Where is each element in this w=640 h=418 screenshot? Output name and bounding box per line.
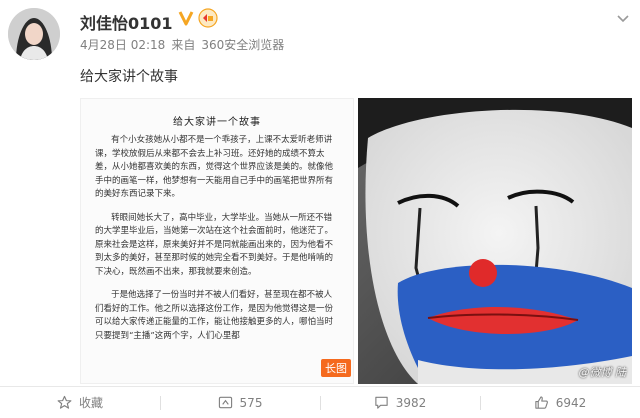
document-paragraph: 转眼间她长大了，高中毕业，大学毕业。当她从一所还不错的大学里毕业后，当她第一次站… [95,212,334,277]
action-bar: 收藏 575 3982 6942 [0,386,640,418]
comment-count: 3982 [395,395,427,410]
document-paragraph: 于是他选择了一份当时并不被人们看好，甚至现在都不被人们看好的工作。他之所以选择这… [95,290,334,341]
medal-icon[interactable] [198,8,218,28]
post-meta: 4月28日 02:18 来自 360安全浏览器 [80,36,290,53]
avatar[interactable] [8,8,60,60]
image-gallery: 给大家讲一个故事 有个小女孩她从小都不是一个乖孩子，上课不太爱听老师讲课，学校放… [80,98,632,384]
source-prefix: 来自 [171,38,196,52]
username[interactable]: 刘佳怡0101 [80,10,173,34]
post-text: 给大家讲个故事 [80,69,178,85]
chevron-down-icon[interactable] [616,14,630,24]
document-paragraph: 有个小女孩她从小都不是一个乖孩子，上课不太爱听老师讲课，学校放假后从来都不会去上… [95,135,334,199]
long-image-badge: 长图 [321,359,351,377]
repost-button[interactable]: 575 [160,387,320,418]
comment-button[interactable]: 3982 [320,387,480,418]
comment-icon [375,396,388,409]
favorite-button[interactable]: 收藏 [0,387,160,418]
verified-v-icon [178,11,194,26]
document-body: 有个小女孩她从小都不是一个乖孩子，上课不太爱听老师讲课，学校放假后从来都不会去上… [81,128,353,343]
clown-face-image [358,98,632,384]
like-count: 6942 [555,395,587,410]
like-icon [535,396,548,409]
star-icon [57,395,72,409]
post-date[interactable]: 4月28日 02:18 [80,38,165,52]
repost-icon [218,396,232,409]
document-title: 给大家讲一个故事 [173,117,261,128]
long-image-thumbnail[interactable]: 给大家讲一个故事 有个小女孩她从小都不是一个乖孩子，上课不太爱听老师讲课，学校放… [80,98,354,384]
clown-face-photo[interactable]: @微博 陆 [358,98,632,384]
repost-count: 575 [239,395,263,410]
favorite-label: 收藏 [78,396,103,410]
like-button[interactable]: 6942 [480,387,640,418]
source-app[interactable]: 360安全浏览器 [201,38,284,52]
photo-watermark: @微博 陆 [578,366,627,379]
